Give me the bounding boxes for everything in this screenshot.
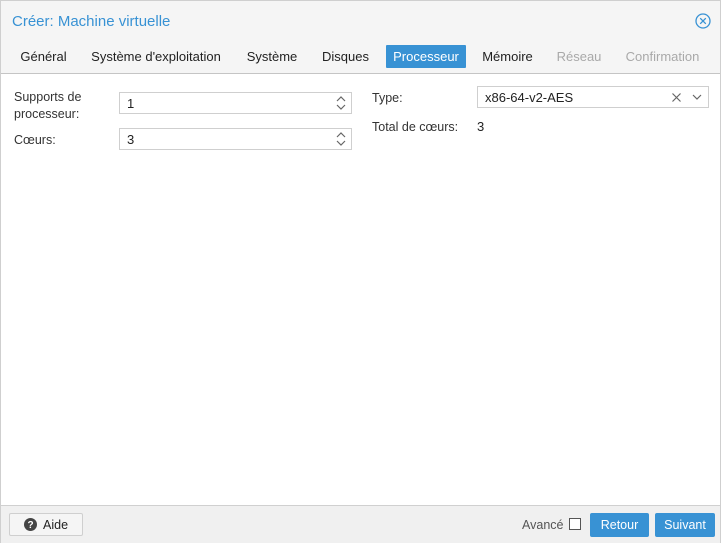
type-select[interactable]: x86-64-v2-AES — [477, 86, 709, 108]
help-label: Aide — [43, 518, 69, 532]
tab-disks[interactable]: Disques — [315, 45, 376, 68]
tab-general[interactable]: Général — [13, 45, 74, 68]
sockets-label: Supports de processeur: — [14, 90, 82, 121]
help-icon: ? — [24, 518, 37, 531]
back-button[interactable]: Retour — [590, 513, 649, 537]
total-cores-label: Total de cœurs: — [372, 120, 459, 134]
clear-icon[interactable] — [672, 93, 681, 102]
dialog-title: Créer: Machine virtuelle — [12, 13, 171, 30]
spinner-icon[interactable] — [336, 131, 346, 147]
tab-confirmation[interactable]: Confirmation — [618, 45, 707, 68]
spinner-icon[interactable] — [336, 95, 346, 111]
processor-panel: Supports de processeur: 1 Cœurs: 3 Type:… — [1, 74, 720, 505]
tab-os[interactable]: Système d'exploitation — [83, 45, 229, 68]
sockets-value: 1 — [127, 96, 135, 111]
cores-label: Cœurs: — [14, 133, 56, 147]
advanced-label: Avancé — [522, 518, 564, 532]
help-button[interactable]: ? Aide — [9, 513, 83, 536]
tab-memory[interactable]: Mémoire — [476, 45, 539, 68]
cores-value: 3 — [127, 132, 135, 147]
sockets-field[interactable]: 1 — [119, 92, 352, 114]
tab-network[interactable]: Réseau — [551, 45, 607, 68]
total-cores-value: 3 — [477, 119, 485, 134]
type-value: x86-64-v2-AES — [485, 90, 574, 105]
cores-field[interactable]: 3 — [119, 128, 352, 150]
wizard-tabs: Général Système d'exploitation Système D… — [1, 41, 720, 74]
dialog-footer: ? Aide Avancé Retour Suivant — [1, 505, 720, 543]
dialog-titlebar: Créer: Machine virtuelle — [1, 1, 720, 41]
tab-system[interactable]: Système — [239, 45, 305, 68]
next-button[interactable]: Suivant — [655, 513, 715, 537]
close-button[interactable] — [695, 13, 711, 29]
create-vm-dialog: Créer: Machine virtuelle Général Système… — [0, 0, 721, 543]
advanced-checkbox[interactable] — [569, 518, 581, 530]
close-icon — [695, 13, 711, 29]
svg-text:?: ? — [27, 520, 33, 531]
tab-processor[interactable]: Processeur — [386, 45, 466, 68]
type-label: Type: — [372, 91, 403, 105]
chevron-down-icon[interactable] — [692, 94, 702, 101]
